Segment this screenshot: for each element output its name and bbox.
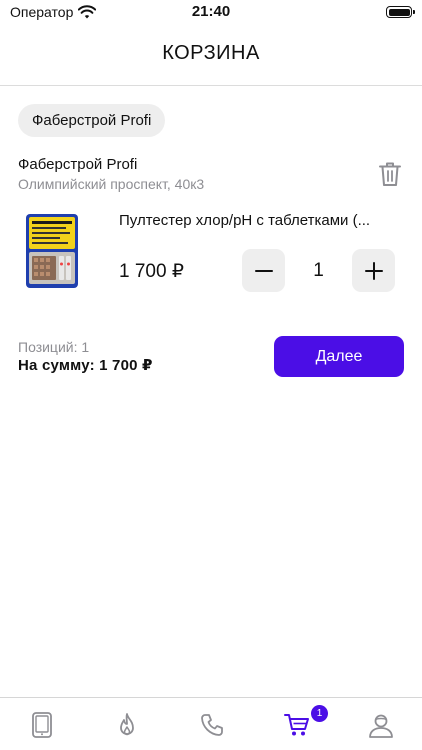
decrease-quantity-button[interactable]	[242, 249, 285, 292]
product-name[interactable]: Пултестер хлор/рН с таблетками (...	[119, 212, 409, 229]
total-sum: На сумму: 1 700 ₽	[18, 357, 153, 374]
trash-icon[interactable]	[378, 161, 402, 187]
store-filter-chip[interactable]: Фаберстрой Profi	[18, 104, 166, 137]
phone-icon[interactable]	[199, 712, 225, 738]
status-time: 21:40	[191, 3, 231, 20]
minus-icon	[254, 269, 273, 272]
plus-icon	[364, 261, 383, 280]
status-bar: Оператор 21:40	[0, 0, 422, 24]
tab-bar: 1	[0, 697, 422, 750]
next-button[interactable]: Далее	[274, 336, 404, 377]
cart-icon[interactable]	[284, 712, 310, 738]
profile-icon[interactable]	[368, 712, 394, 738]
store-name: Фаберстрой Profi	[18, 156, 138, 173]
cart-badge: 1	[311, 705, 328, 722]
product-image[interactable]	[22, 212, 82, 290]
store-address: Олимпийский проспект, 40к3	[18, 176, 205, 192]
increase-quantity-button[interactable]	[352, 249, 395, 292]
battery-icon	[386, 6, 415, 18]
nav-header: КОРЗИНА	[0, 24, 422, 86]
fire-icon[interactable]	[114, 712, 140, 738]
product-price: 1 700 ₽	[119, 261, 184, 282]
catalog-device-icon[interactable]	[29, 712, 55, 738]
positions-count: Позиций: 1	[18, 339, 90, 355]
page-title: КОРЗИНА	[162, 42, 260, 64]
quantity-value: 1	[313, 260, 324, 281]
